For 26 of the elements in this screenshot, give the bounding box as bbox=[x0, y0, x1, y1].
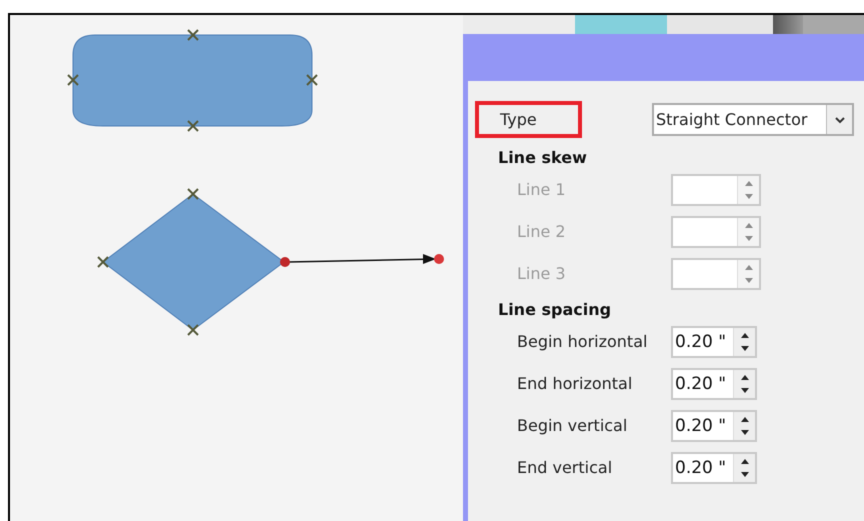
field-label: Begin vertical bbox=[517, 415, 628, 437]
spin-field[interactable]: 0.20 " bbox=[671, 452, 757, 484]
field-label: End horizontal bbox=[517, 373, 634, 395]
spin-field[interactable]: 0.20 " bbox=[671, 368, 757, 400]
type-label: Type bbox=[500, 108, 537, 130]
spin-field[interactable]: 0.20 " bbox=[671, 326, 757, 358]
section-heading: Line skew bbox=[498, 147, 588, 169]
connector-handle[interactable] bbox=[280, 257, 290, 267]
connector-handle[interactable] bbox=[434, 254, 444, 264]
glue-point-icon bbox=[187, 324, 199, 336]
field-label: Begin horizontal bbox=[517, 331, 648, 353]
glue-point-icon bbox=[97, 256, 109, 268]
connector-arrow[interactable] bbox=[288, 254, 436, 264]
chevron-down-icon bbox=[834, 116, 846, 124]
section-heading: Line spacing bbox=[498, 299, 612, 321]
glue-point-icon bbox=[187, 120, 199, 132]
glue-point-icon bbox=[187, 29, 199, 41]
field-label: Line 1 bbox=[517, 179, 567, 201]
glue-point-icon bbox=[187, 188, 199, 200]
field-label: Line 2 bbox=[517, 221, 567, 243]
spin-field[interactable]: 0.20 " bbox=[671, 410, 757, 442]
connector-type-dropdown[interactable]: Straight Connector bbox=[652, 103, 854, 136]
field-label: Line 3 bbox=[517, 263, 567, 285]
field-label: End vertical bbox=[517, 457, 614, 479]
glue-point-icon bbox=[67, 74, 79, 86]
glue-point-icon bbox=[306, 74, 318, 86]
